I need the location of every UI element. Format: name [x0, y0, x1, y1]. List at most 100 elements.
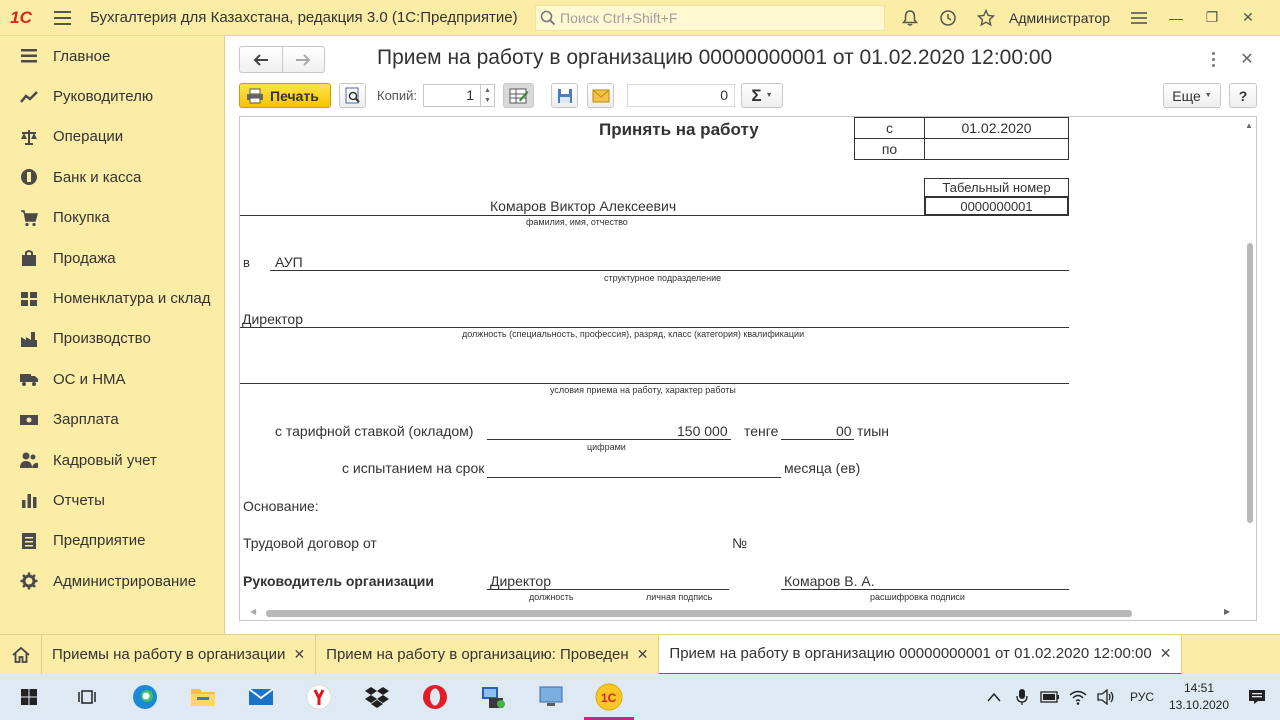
edge-browser-icon[interactable] [116, 674, 174, 720]
sum-field[interactable]: 0 [627, 84, 735, 107]
dropbox-icon[interactable] [348, 674, 406, 720]
windows-start-icon[interactable] [0, 674, 58, 720]
form-close-icon[interactable]: ✕ [1236, 48, 1258, 70]
document-heading: Принять на работу [599, 120, 759, 139]
wifi-icon[interactable] [1064, 689, 1092, 705]
sidebar-item-manager[interactable]: Руководителю [0, 76, 224, 116]
more-actions-icon[interactable] [1206, 50, 1220, 68]
employee-name-caption: фамилия, имя, отчество [526, 217, 628, 227]
sidebar-item-sales[interactable]: Продажа [0, 238, 224, 278]
print-button[interactable]: Печать [239, 83, 331, 108]
1c-app-icon[interactable]: 1С [580, 674, 638, 720]
sidebar-item-label: Продажа [53, 249, 116, 267]
sidebar-item-salary[interactable]: Зарплата [0, 400, 224, 440]
horizontal-scrollbar[interactable]: ◀ ▶ [240, 605, 1242, 620]
window-tab-active[interactable]: Прием на работу в организацию 0000000000… [659, 634, 1183, 675]
notifications-icon[interactable] [1234, 689, 1280, 705]
head-position-underline [487, 589, 729, 590]
tab-close-icon[interactable]: ✕ [1160, 645, 1172, 662]
basis-label: Основание: [243, 498, 319, 514]
sidebar-item-enterprise[interactable]: Предприятие [0, 521, 224, 561]
money-icon [19, 410, 39, 430]
back-button[interactable] [240, 47, 283, 72]
sidebar-item-assets[interactable]: ОС и НМА [0, 359, 224, 399]
arrow-right-icon [296, 53, 311, 66]
bar-chart-icon [19, 490, 39, 510]
sidebar-item-label: Главное [53, 47, 111, 65]
remote-desktop-icon[interactable] [522, 674, 580, 720]
opera-icon[interactable] [406, 674, 464, 720]
user-name[interactable]: Администратор [1009, 10, 1110, 26]
save-button[interactable] [551, 83, 578, 108]
sidebar-item-label: ОС и НМА [53, 370, 126, 388]
employee-name: Комаров Виктор Алексеевич [490, 198, 677, 214]
file-explorer-icon[interactable] [174, 674, 232, 720]
sidebar-item-label: Отчеты [53, 491, 105, 509]
sidebar-item-reports[interactable]: Отчеты [0, 480, 224, 520]
chevron-up-icon[interactable] [980, 692, 1008, 702]
vertical-scrollbar[interactable]: ▲ [1242, 117, 1256, 607]
microphone-icon[interactable] [1008, 688, 1036, 706]
copies-value[interactable]: 1 [424, 85, 480, 106]
battery-icon[interactable] [1036, 691, 1064, 703]
yandex-browser-icon[interactable] [290, 674, 348, 720]
settings-lines-icon[interactable] [1120, 0, 1158, 36]
scales-icon [19, 127, 39, 147]
head-position: Директор [490, 573, 551, 589]
window-tab[interactable]: Приемы на работу в организации ✕ [42, 634, 317, 675]
sum-button[interactable]: Σ ▼ [741, 83, 783, 108]
sidebar-item-hr[interactable]: Кадровый учет [0, 440, 224, 480]
sections-panel: Главное Руководителю Операции Банк и кас… [0, 36, 225, 634]
minimize-icon[interactable]: — [1158, 0, 1194, 36]
window-close-icon[interactable]: ✕ [1230, 0, 1266, 36]
edit-mode-button[interactable] [503, 83, 534, 108]
search-input[interactable]: Поиск Ctrl+Shift+F [535, 4, 885, 31]
clock-time: 14:51 [1183, 681, 1215, 695]
home-icon [11, 646, 30, 663]
home-button[interactable] [0, 634, 42, 675]
help-button[interactable]: ? [1229, 83, 1257, 108]
email-button[interactable] [587, 83, 614, 108]
sidebar-item-inventory[interactable]: Номенклатура и склад [0, 278, 224, 318]
sidebar-item-admin[interactable]: Администрирование [0, 561, 224, 601]
bell-icon[interactable] [891, 0, 929, 36]
history-icon[interactable] [929, 0, 967, 36]
window-tab-label: Приемы на работу в организации [52, 646, 286, 663]
mail-icon[interactable] [232, 674, 290, 720]
scroll-right-icon[interactable]: ▶ [1224, 607, 1230, 616]
sidebar-item-main[interactable]: Главное [0, 36, 224, 76]
horizontal-scroll-thumb[interactable] [266, 610, 1132, 617]
factory-icon [19, 329, 39, 349]
star-icon[interactable] [967, 0, 1005, 36]
sidebar-item-operations[interactable]: Операции [0, 117, 224, 157]
main-menu-icon[interactable] [42, 0, 82, 36]
copies-stepper[interactable]: 1 ▲ ▼ [423, 84, 495, 107]
open-windows-bar: Приемы на работу в организации ✕ Прием н… [0, 634, 1280, 675]
clock-date: 13.10.2020 [1168, 698, 1230, 712]
volume-icon[interactable] [1092, 689, 1120, 705]
restore-icon[interactable]: ❐ [1194, 0, 1230, 36]
task-view-icon[interactable] [58, 674, 116, 720]
window-tab[interactable]: Прием на работу в организацию: Проведен … [316, 634, 660, 675]
language-indicator[interactable]: РУС [1130, 690, 1154, 704]
spin-arrows-icon[interactable]: ▲ ▼ [480, 85, 494, 106]
spreadsheet-document[interactable]: Принять на работу с 01.02.2020 по Табель… [239, 116, 1257, 621]
signature-caption: личная подпись [646, 592, 713, 602]
department-underline [270, 270, 1069, 271]
more-button[interactable]: Еще ▼ [1163, 83, 1221, 108]
scroll-left-icon[interactable]: ◀ [250, 607, 256, 616]
sidebar-item-production[interactable]: Производство [0, 319, 224, 359]
navigation-buttons [239, 46, 325, 73]
clock[interactable]: 14:51 13.10.2020 [1164, 680, 1234, 714]
scroll-up-icon[interactable]: ▲ [1245, 121, 1253, 130]
more-label: Еще [1172, 87, 1201, 104]
forward-button[interactable] [283, 47, 325, 72]
envelope-icon [592, 89, 609, 102]
sidebar-item-purchase[interactable]: Покупка [0, 198, 224, 238]
sidebar-item-bank[interactable]: Банк и касса [0, 157, 224, 197]
tab-close-icon[interactable]: ✕ [637, 646, 649, 663]
vertical-scroll-thumb[interactable] [1247, 243, 1253, 523]
network-app-icon[interactable] [464, 674, 522, 720]
tab-close-icon[interactable]: ✕ [293, 646, 305, 663]
preview-button[interactable] [339, 83, 366, 108]
